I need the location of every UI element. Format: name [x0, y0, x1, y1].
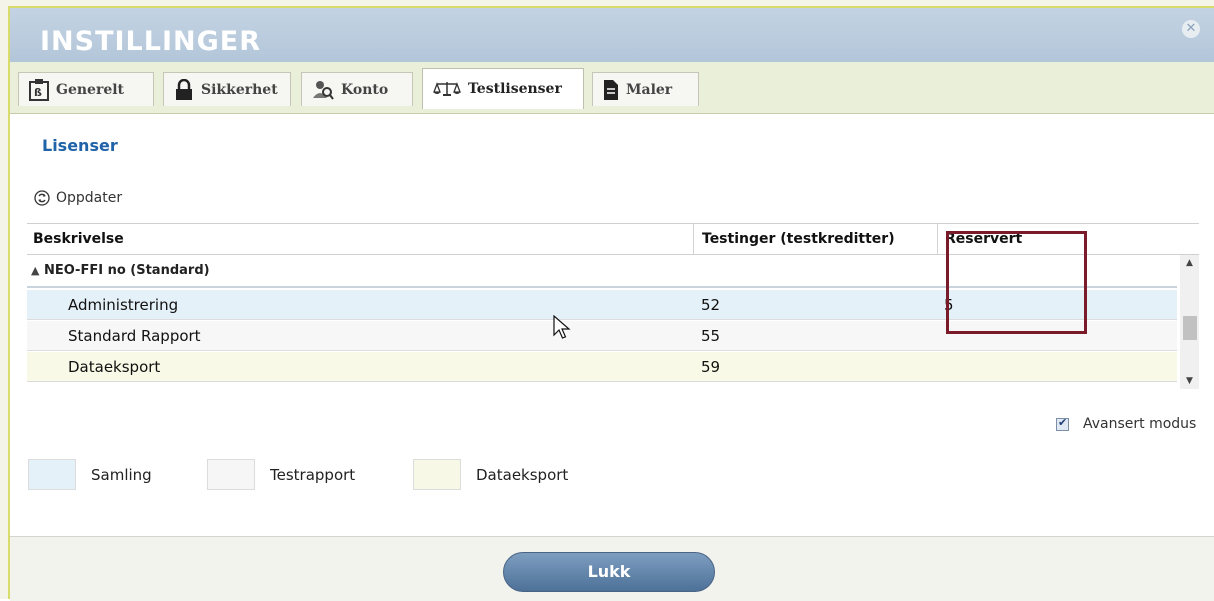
tab-generelt[interactable]: ß Generelt	[18, 72, 154, 106]
tab-sikkerhet-label: Sikkerhet	[201, 81, 278, 98]
legend-swatch	[207, 459, 255, 490]
row-testinger: 55	[701, 327, 721, 345]
document-icon	[604, 79, 618, 100]
page-background: INSTILLINGER ✕ ß Generelt Sikkerhet Kont…	[0, 0, 1214, 601]
legend-swatch	[413, 459, 461, 490]
tab-sikkerhet[interactable]: Sikkerhet	[163, 72, 291, 106]
tab-bar: ß Generelt Sikkerhet Konto Testlisenser …	[10, 62, 1214, 114]
row-name: Standard Rapport	[68, 327, 201, 345]
legend-item-testrapport: Testrapport	[207, 459, 355, 490]
advanced-mode-toggle[interactable]: ✔ Avansert modus	[1056, 416, 1196, 432]
dialog-header: INSTILLINGER ✕	[10, 8, 1214, 62]
reservert-highlight-box	[946, 231, 1087, 334]
advanced-mode-checkbox[interactable]: ✔	[1056, 415, 1069, 431]
legend-item-samling: Samling	[28, 459, 152, 490]
collapse-triangle-icon[interactable]: ▲	[31, 264, 39, 277]
balance-scale-icon	[433, 82, 461, 96]
column-divider	[693, 224, 694, 254]
refresh-icon	[34, 190, 50, 206]
scroll-down-arrow-icon[interactable]: ▼	[1180, 373, 1199, 389]
tab-maler-label: Maler	[626, 81, 673, 98]
lock-icon	[176, 78, 192, 100]
settings-dialog: INSTILLINGER ✕ ß Generelt Sikkerhet Kont…	[8, 6, 1214, 601]
refresh-button[interactable]: Oppdater	[34, 190, 122, 206]
group-label: NEO-FFI no (Standard)	[44, 263, 210, 278]
dialog-title: INSTILLINGER	[40, 26, 261, 57]
legend-label: Testrapport	[270, 465, 356, 484]
general-doc-icon: ß	[29, 78, 49, 101]
row-name: Dataeksport	[68, 358, 161, 376]
tab-maler[interactable]: Maler	[592, 72, 699, 106]
section-title: Lisenser	[42, 136, 118, 155]
table-scrollbar[interactable]: ▲ ▼	[1180, 255, 1199, 389]
legend-label: Samling	[91, 465, 152, 484]
column-header-testinger[interactable]: Testinger (testkreditter)	[702, 224, 895, 254]
tab-generelt-label: Generelt	[56, 81, 125, 98]
row-name: Administrering	[68, 296, 179, 314]
legend-label: Dataeksport	[476, 465, 569, 484]
tab-konto[interactable]: Konto	[301, 72, 413, 106]
column-divider	[937, 224, 938, 254]
advanced-mode-label: Avansert modus	[1083, 416, 1197, 432]
legend-swatch	[28, 459, 76, 490]
tab-testlisenser-label: Testlisenser	[468, 81, 562, 97]
close-button[interactable]: Lukk	[503, 552, 715, 592]
dialog-footer: Lukk	[10, 536, 1214, 601]
legend-item-dataeksport: Dataeksport	[413, 459, 568, 490]
table-row[interactable]: Dataeksport 59	[27, 352, 1177, 382]
svg-text:ß: ß	[34, 86, 42, 99]
scrollbar-thumb[interactable]	[1183, 316, 1197, 340]
row-testinger: 59	[701, 358, 721, 376]
tab-testlisenser[interactable]: Testlisenser	[422, 68, 584, 109]
scroll-up-arrow-icon[interactable]: ▲	[1180, 255, 1199, 271]
mouse-cursor-icon	[553, 315, 571, 339]
checkmark-icon: ✔	[1058, 415, 1068, 429]
column-header-beskrivelse[interactable]: Beskrivelse	[33, 224, 124, 254]
user-search-icon	[313, 80, 334, 100]
close-icon[interactable]: ✕	[1182, 20, 1200, 38]
row-testinger: 52	[701, 296, 721, 314]
refresh-label: Oppdater	[56, 190, 123, 206]
tab-konto-label: Konto	[341, 81, 389, 98]
